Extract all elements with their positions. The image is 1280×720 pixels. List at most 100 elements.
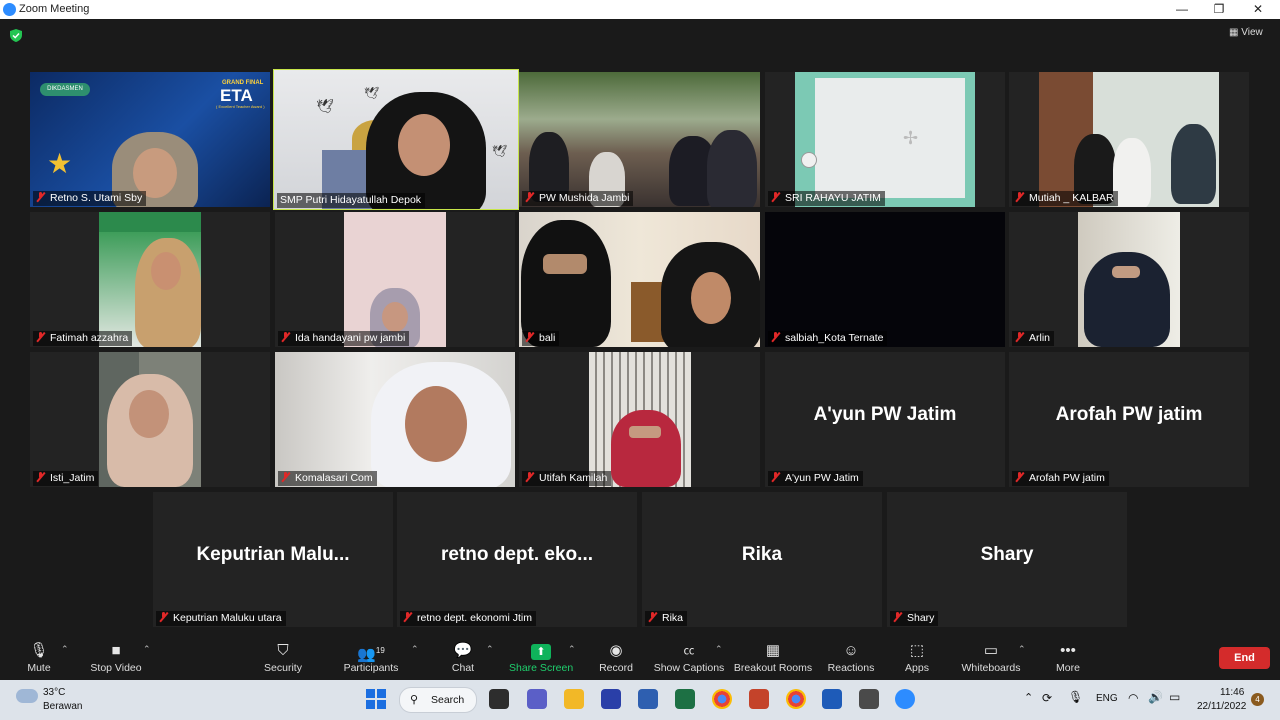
battery-icon[interactable]: ▭ [1169,690,1180,704]
security-button[interactable]: ⛉ Security [260,640,306,680]
participant-video [344,212,446,347]
video-options-caret-icon[interactable]: ⌃ [143,644,151,655]
muted-mic-icon [525,332,534,342]
teams-chat-icon[interactable] [527,689,547,709]
window-title-bar: Zoom Meeting — ❐ ✕ [0,0,1280,19]
excel-icon[interactable] [675,689,695,709]
muted-mic-icon [1015,192,1024,202]
wall-clock-icon [801,152,817,168]
record-icon: ◉ [609,642,623,659]
view-button[interactable]: ▦ View [1229,27,1263,38]
grid-icon: ▦ [1229,27,1239,38]
participant-name-label: Isti_Jatim [33,471,99,486]
taskbar-search-box[interactable]: ⚲ Search [399,687,477,713]
share-screen-button[interactable]: ⬆ Share Screen [509,640,573,680]
reactions-button[interactable]: ☺ Reactions [826,640,876,680]
participants-options-caret-icon[interactable]: ⌃ [411,644,419,655]
participant-name-label: SMP Putri Hidayatullah Depok [277,193,426,208]
microphone-tray-icon[interactable]: 🎙 [1068,690,1083,704]
microphone-icon: 🎙 [29,642,49,659]
input-language[interactable]: ENG [1096,693,1118,704]
encryption-shield-icon[interactable] [10,29,22,42]
task-view-icon[interactable] [489,689,509,709]
chrome-icon[interactable] [712,689,732,709]
bird-icon: 🕊 [492,144,508,158]
active-speaker-tile[interactable]: 🕊 🕊 🕊 SMP Putri Hidayatullah Depok [273,69,519,210]
video-off-tile[interactable]: Keputrian Malu... Keputrian Maluku utara [153,492,393,627]
video-tile[interactable]: Arlin [1009,212,1249,347]
weather-description: Berawan [43,701,83,712]
participant-display-name: A'yun PW Jatim [813,404,957,425]
participant-name-label: Komalasari Com [278,471,377,486]
clock-date[interactable]: 22/11/2022 [1197,701,1246,712]
muted-mic-icon [893,612,902,622]
video-off-tile[interactable]: retno dept. eko... retno dept. ekonomi J… [397,492,637,627]
word-icon[interactable] [822,689,842,709]
audio-options-caret-icon[interactable]: ⌃ [61,644,69,655]
notification-badge[interactable]: 4 [1251,693,1264,706]
participants-button[interactable]: 👥19 Participants [340,640,402,680]
video-tile[interactable]: Mutiah _ KALBAR [1009,72,1249,207]
video-tile[interactable]: ✢ SRI RAHAYU JATIM [765,72,1005,207]
video-off-tile[interactable]: Arofah PW jatim Arofah PW jatim [1009,352,1249,487]
participant-video [519,72,760,207]
video-tile[interactable]: PW Mushida Jambi [519,72,760,207]
file-explorer-icon[interactable] [564,689,584,709]
clock-time[interactable]: 11:46 [1220,687,1244,698]
zoom-taskbar-icon[interactable] [895,689,915,709]
whiteboards-button[interactable]: ▭ Whiteboards [960,640,1022,680]
maximize-button[interactable]: ❐ [1208,1,1230,18]
wifi-icon[interactable]: ◠ [1128,691,1138,705]
video-off-tile[interactable]: A'yun PW Jatim A'yun PW Jatim [765,352,1005,487]
video-tile[interactable]: DIKDASMEN GRAND FINAL ETA ( Excellent Te… [30,72,270,207]
participant-name-label: Shary [890,611,939,626]
captions-options-caret-icon[interactable]: ⌃ [715,644,723,655]
powerpoint-icon[interactable] [749,689,769,709]
end-meeting-button[interactable]: End [1219,647,1270,669]
muted-mic-icon [771,192,780,202]
window-title: Zoom Meeting [19,3,90,15]
stop-video-button[interactable]: ■ Stop Video [86,640,146,680]
sync-icon[interactable]: ⟳ [1042,691,1052,705]
participant-name-label: Arofah PW jatim [1012,471,1109,486]
mute-button[interactable]: 🎙 Mute [18,640,60,680]
show-hidden-icons-caret[interactable]: ⌃ [1024,691,1033,704]
video-tile[interactable]: bali [519,212,760,347]
participant-display-name: Keputrian Malu... [196,544,350,565]
search-icon: ⚲ [410,694,419,706]
participants-icon: 👥 [357,646,376,663]
video-tile[interactable]: Isti_Jatim [30,352,270,487]
outlook-icon[interactable] [638,689,658,709]
chat-options-caret-icon[interactable]: ⌃ [486,644,494,655]
video-tile[interactable]: Ida handayani pw jambi [275,212,515,347]
minimize-button[interactable]: — [1171,1,1193,18]
participant-video: DIKDASMEN GRAND FINAL ETA ( Excellent Te… [30,72,270,207]
record-button[interactable]: ◉ Record [597,640,635,680]
video-off-tile[interactable]: Shary Shary [887,492,1127,627]
apps-icon: ⬚ [909,642,925,659]
pen-app-icon[interactable] [601,689,621,709]
participant-name-label: Keputrian Maluku utara [156,611,286,626]
video-tile[interactable]: Utifah Kamilah [519,352,760,487]
close-window-button[interactable]: ✕ [1247,1,1269,18]
apps-button[interactable]: ⬚ Apps [902,640,932,680]
whiteboard-options-caret-icon[interactable]: ⌃ [1018,644,1026,655]
muted-mic-icon [36,332,45,342]
windows-start-icon[interactable] [366,689,386,709]
share-options-caret-icon[interactable]: ⌃ [568,644,576,655]
app-icon[interactable] [859,689,879,709]
chrome-profile-icon[interactable] [786,689,806,709]
video-off-tile[interactable]: Rika Rika [642,492,882,627]
more-button[interactable]: ••• More [1053,640,1083,680]
video-tile[interactable]: salbiah_Kota Ternate [765,212,1005,347]
chat-button[interactable]: 💬 Chat [448,640,478,680]
breakout-rooms-button[interactable]: ▦ Breakout Rooms [733,640,813,680]
participant-video: ✢ [795,72,975,207]
smiley-icon: ☺ [843,642,859,659]
muted-mic-icon [1015,472,1024,482]
muted-mic-icon [648,612,657,622]
volume-icon[interactable]: 🔊 [1148,690,1163,704]
video-tile[interactable]: Komalasari Com [275,352,515,487]
video-tile[interactable]: Fatimah azzahra [30,212,270,347]
participant-video [519,212,760,347]
